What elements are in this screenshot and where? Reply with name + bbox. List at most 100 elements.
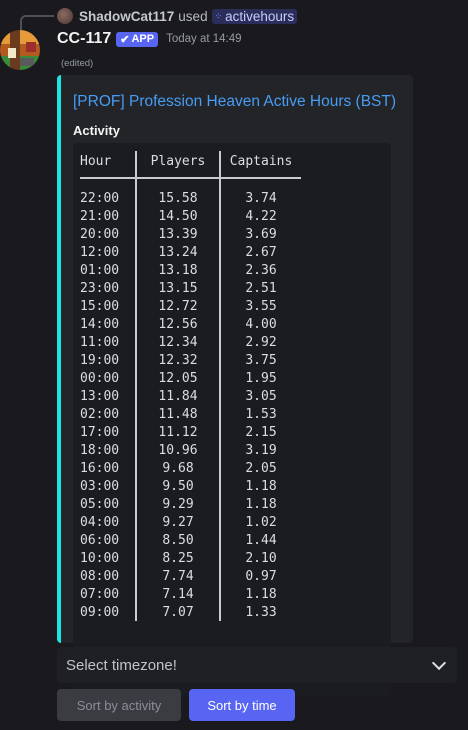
players-cell: 7.74 (135, 567, 221, 585)
captains-cell: 2.15 (245, 424, 277, 440)
table-row: 18:00 10.96 3.19 (80, 441, 301, 459)
hour-cell: 23:00 (80, 280, 120, 296)
hour-cell: 15:00 (80, 298, 120, 314)
table-row: 20:00 13.39 3.69 (80, 225, 301, 243)
table-row: 17:00 11.12 2.15 (80, 423, 301, 441)
players-cell: 13.39 (135, 225, 221, 243)
activity-table: Hour Players Captains 22:00 15.58 3.74 21:0… (80, 151, 301, 621)
table-row: 05:00 9.29 1.18 (80, 495, 301, 513)
table-row: 06:00 8.50 1.44 (80, 531, 301, 549)
check-icon: ✔ (120, 33, 130, 46)
players-cell: 13.18 (135, 261, 221, 279)
embed-title[interactable]: [PROF] Profession Heaven Active Hours (B… (73, 93, 396, 111)
players-cell: 8.50 (135, 531, 221, 549)
reply-context: ShadowCat117 used ⁘ activehours (57, 7, 298, 25)
hour-cell: 17:00 (80, 424, 120, 440)
table-row: 08:00 7.74 0.97 (80, 567, 301, 585)
chevron-down-icon (431, 655, 447, 671)
timestamp: Today at 14:49 (166, 33, 242, 45)
players-cell: 12.56 (135, 315, 221, 333)
players-cell: 13.15 (135, 279, 221, 297)
captains-cell: 2.05 (245, 460, 277, 476)
table-row: 22:00 15.58 3.74 (80, 189, 301, 207)
slash-command-mention[interactable]: ⁘ activehours (211, 8, 298, 24)
hour-cell: 02:00 (80, 406, 120, 422)
column-header: Hour (80, 151, 136, 179)
players-cell: 10.96 (135, 441, 221, 459)
hour-cell: 16:00 (80, 460, 120, 476)
captains-cell: 1.95 (245, 370, 277, 386)
author-name[interactable]: CC-117 (57, 30, 111, 48)
captains-cell: 2.92 (245, 334, 277, 350)
players-cell: 7.14 (135, 585, 221, 603)
captains-cell: 3.75 (245, 352, 277, 368)
players-cell: 11.84 (135, 387, 221, 405)
captains-cell: 3.69 (245, 226, 277, 242)
sort-by-activity-button[interactable]: Sort by activity (57, 689, 181, 721)
column-header: Players (135, 151, 221, 179)
captains-cell: 2.10 (245, 550, 277, 566)
captains-cell: 2.36 (245, 262, 277, 278)
captains-cell: 4.22 (245, 208, 277, 224)
players-cell: 15.58 (135, 189, 221, 207)
captains-cell: 1.44 (245, 532, 277, 548)
captains-cell: 1.18 (245, 478, 277, 494)
table-row: 16:00 9.68 2.05 (80, 459, 301, 477)
players-cell: 9.68 (135, 459, 221, 477)
table-row: 14:00 12.56 4.00 (80, 315, 301, 333)
timezone-select[interactable]: Select timezone! (57, 647, 457, 683)
players-cell: 9.29 (135, 495, 221, 513)
hour-cell: 21:00 (80, 208, 120, 224)
table-row: 03:00 9.50 1.18 (80, 477, 301, 495)
table-row: 10:00 8.25 2.10 (80, 549, 301, 567)
message-header: CC-117 ✔ APP Today at 14:49 (57, 30, 242, 48)
command-icon: ⁘ (214, 10, 223, 21)
captains-cell: 1.18 (245, 586, 277, 602)
edited-label: (edited) (61, 58, 94, 69)
hour-cell: 05:00 (80, 496, 120, 512)
app-badge: ✔ APP (116, 31, 159, 47)
reply-connector (20, 15, 54, 31)
sort-by-time-button[interactable]: Sort by time (189, 689, 295, 721)
hour-cell: 19:00 (80, 352, 120, 368)
hour-cell: 04:00 (80, 514, 120, 530)
hour-cell: 12:00 (80, 244, 120, 260)
table-row: 19:00 12.32 3.75 (80, 351, 301, 369)
captains-cell: 1.33 (245, 604, 277, 620)
hour-cell: 13:00 (80, 388, 120, 404)
captains-cell: 1.18 (245, 496, 277, 512)
table-row: 15:00 12.72 3.55 (80, 297, 301, 315)
players-cell: 12.34 (135, 333, 221, 351)
players-cell: 12.05 (135, 369, 221, 387)
table-row: 00:00 12.05 1.95 (80, 369, 301, 387)
table-row: 23:00 13.15 2.51 (80, 279, 301, 297)
hour-cell: 08:00 (80, 568, 120, 584)
table-row: 01:00 13.18 2.36 (80, 261, 301, 279)
reply-avatar[interactable] (57, 8, 73, 24)
column-header: Captains (220, 151, 301, 179)
captains-cell: 0.97 (245, 568, 277, 584)
hour-cell: 22:00 (80, 190, 120, 206)
players-cell: 9.27 (135, 513, 221, 531)
players-cell: 11.12 (135, 423, 221, 441)
players-cell: 13.24 (135, 243, 221, 261)
captains-cell: 1.53 (245, 406, 277, 422)
table-row: 21:00 14.50 4.22 (80, 207, 301, 225)
table-row: 13:00 11.84 3.05 (80, 387, 301, 405)
hour-cell: 01:00 (80, 262, 120, 278)
players-cell: 14.50 (135, 207, 221, 225)
reply-username[interactable]: ShadowCat117 (79, 9, 174, 24)
hour-cell: 11:00 (80, 334, 120, 350)
captains-cell: 3.05 (245, 388, 277, 404)
hour-cell: 06:00 (80, 532, 120, 548)
players-cell: 12.32 (135, 351, 221, 369)
avatar[interactable] (0, 30, 40, 70)
players-cell: 12.72 (135, 297, 221, 315)
captains-cell: 2.51 (245, 280, 277, 296)
captains-cell: 3.55 (245, 298, 277, 314)
hour-cell: 07:00 (80, 586, 120, 602)
captains-cell: 4.00 (245, 316, 277, 332)
reply-used-text: used (178, 8, 208, 24)
hour-cell: 00:00 (80, 370, 120, 386)
app-badge-label: APP (131, 33, 155, 45)
